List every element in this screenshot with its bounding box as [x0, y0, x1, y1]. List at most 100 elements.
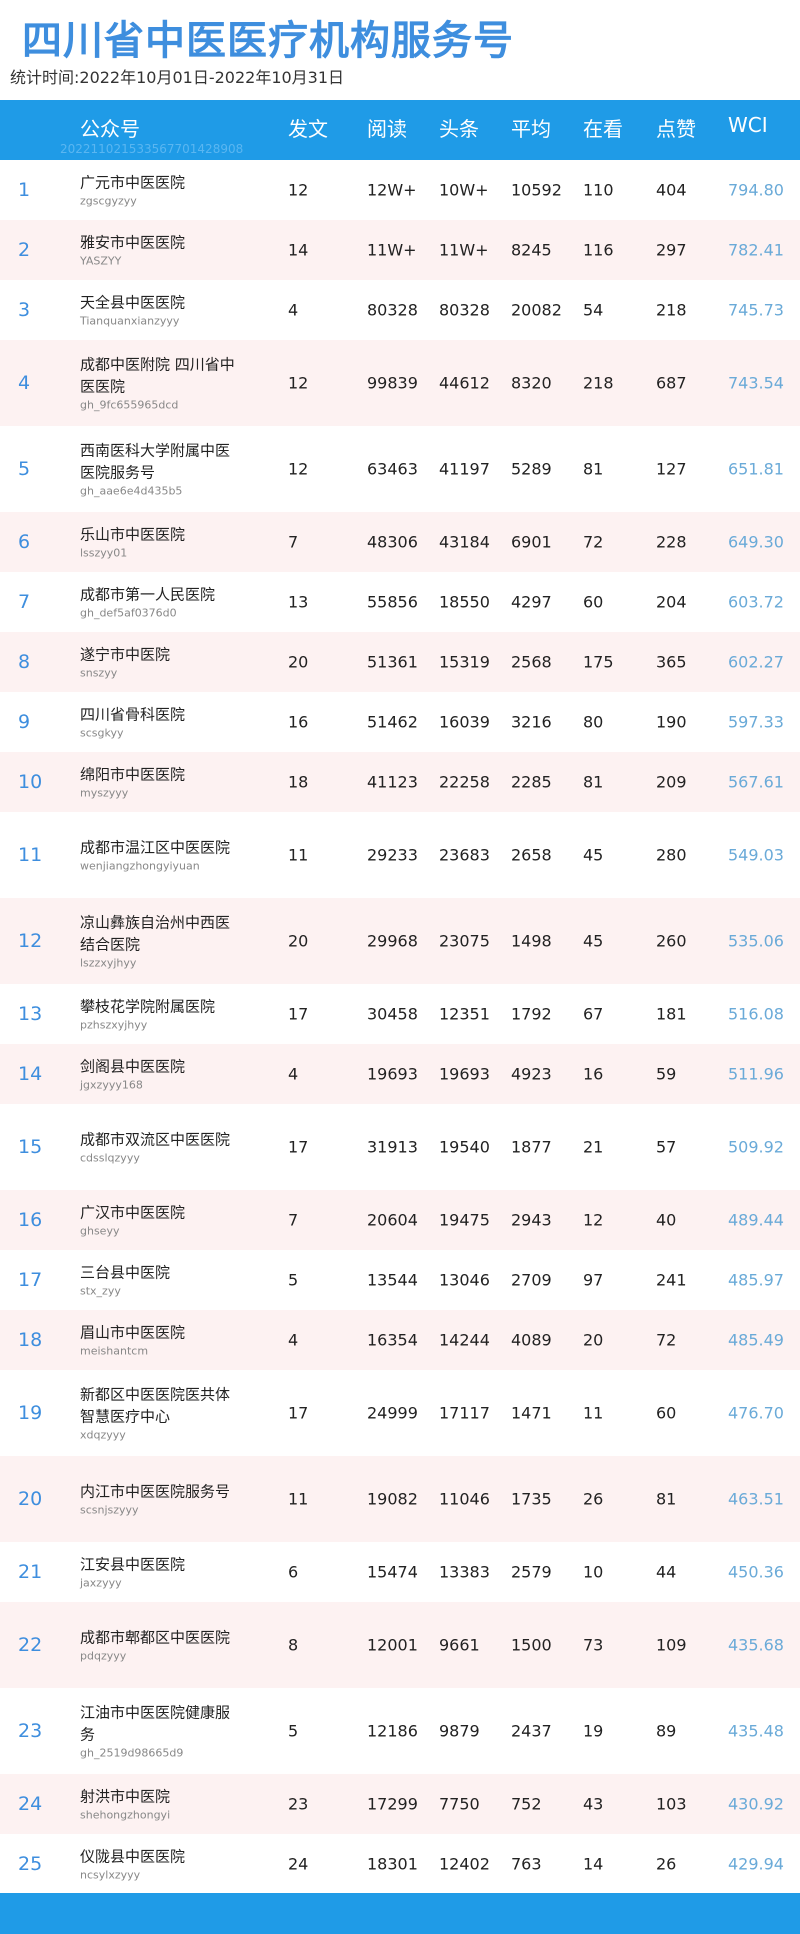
wci-score: 511.96 — [728, 1064, 784, 1084]
table-row: 5 西南医科大学附属中医医院服务号 gh_aae6e4d435b5 12 63463 41… — [0, 426, 800, 512]
account-name: 四川省骨科医院 — [80, 705, 186, 724]
likes-count: 280 — [656, 845, 687, 865]
report-code: 20221102153356770142890​8 — [60, 142, 244, 156]
account-name: 江油市中医医院健康服务 — [80, 1703, 231, 1744]
looks-count: 10 — [583, 1562, 604, 1582]
reads-count: 19693 — [367, 1064, 418, 1084]
account-name: 乐山市中医医院 — [80, 525, 186, 544]
average-reads: 4297 — [511, 592, 552, 612]
account-cell: 成都市郫都区中医医院 pdqzyyy — [80, 1627, 240, 1664]
reads-count: 99839 — [367, 373, 418, 393]
account-name: 成都市郫都区中医医院 — [80, 1628, 231, 1647]
reads-count: 41123 — [367, 772, 418, 792]
average-reads: 2658 — [511, 845, 552, 865]
account-cell: 眉山市中医医院 meishantcm — [80, 1322, 240, 1359]
average-reads: 5289 — [511, 459, 552, 479]
account-name: 眉山市中医医院 — [80, 1323, 186, 1342]
headline-reads: 23075 — [439, 931, 490, 951]
looks-count: 116 — [583, 240, 614, 260]
table-row: 15 成都市双流区中医医院 cdsslqzyyy 17 31913 19540 1877 21… — [0, 1104, 800, 1190]
average-reads: 1735 — [511, 1489, 552, 1509]
account-id: cdsslqzyyy — [80, 1151, 140, 1165]
account-cell: 剑阁县中医医院 jgxzyyy168 — [80, 1056, 240, 1093]
account-id: ncsylxzyyy — [80, 1868, 141, 1882]
looks-count: 175 — [583, 652, 614, 672]
posts-count: 4 — [288, 1330, 299, 1350]
table-row: 3 天全县中医医院 Tianquanxianzyyy 4 80328 80328 20082… — [0, 280, 800, 340]
account-id: xdqzyyy — [80, 1428, 126, 1442]
headline-reads: 13383 — [439, 1562, 490, 1582]
rank-number: 15 — [18, 1136, 43, 1158]
table-row: 17 三台县中医院 stx_zyy 5 13544 13046 2709 97 241 485.9… — [0, 1250, 800, 1310]
wci-score: 743.54 — [728, 373, 784, 393]
posts-count: 14 — [288, 240, 309, 260]
looks-count: 81 — [583, 772, 604, 792]
wci-score: 602.27 — [728, 652, 784, 672]
posts-count: 4 — [288, 1064, 299, 1084]
table-row: 1 广元市中医医院 zgscgyzyy 12 12W+ 10W+ 10592 110 404 79… — [0, 160, 800, 220]
average-reads: 763 — [511, 1854, 542, 1874]
likes-count: 204 — [656, 592, 687, 612]
table-row: 25 仪陇县中医医院 ncsylxzyyy 24 18301 12402 763 14 26 42… — [0, 1834, 800, 1894]
looks-count: 110 — [583, 180, 614, 200]
likes-count: 260 — [656, 931, 687, 951]
account-cell: 广汉市中医医院 ghseyy — [80, 1202, 240, 1239]
rank-number: 11 — [18, 844, 43, 866]
likes-count: 190 — [656, 712, 687, 732]
posts-count: 17 — [288, 1004, 309, 1024]
wci-score: 745.73 — [728, 300, 784, 320]
wci-score: 429.94 — [728, 1854, 784, 1874]
table-row: 2 雅安市中医医院 YASZYY 14 11W+ 11W+ 8245 116 297 782.41 — [0, 220, 800, 280]
wci-score: 649.30 — [728, 532, 784, 552]
headline-reads: 14244 — [439, 1330, 490, 1350]
likes-count: 687 — [656, 373, 687, 393]
likes-count: 81 — [656, 1489, 677, 1509]
looks-count: 97 — [583, 1270, 604, 1290]
likes-count: 103 — [656, 1794, 687, 1814]
account-cell: 凉山彝族自治州中西医结合医院 lszzxyjhyy — [80, 912, 240, 971]
account-id: Tianquanxianzyyy — [80, 314, 180, 328]
account-id: shehongzhongyi — [80, 1808, 171, 1822]
average-reads: 1471 — [511, 1403, 552, 1423]
wci-score: 463.51 — [728, 1489, 784, 1509]
headline-reads: 11W+ — [439, 240, 489, 260]
reads-count: 19082 — [367, 1489, 418, 1509]
account-id: lsszyy01 — [80, 546, 128, 560]
average-reads: 8245 — [511, 240, 552, 260]
account-name: 内江市中医医院服务号 — [80, 1482, 231, 1501]
reads-count: 15474 — [367, 1562, 418, 1582]
looks-count: 26 — [583, 1489, 604, 1509]
likes-count: 72 — [656, 1330, 677, 1350]
rank-number: 1 — [18, 179, 31, 201]
account-id: scsnjszyyy — [80, 1503, 139, 1517]
reads-count: 63463 — [367, 459, 418, 479]
account-id: gh_9fc655965dcd — [80, 398, 179, 412]
likes-count: 127 — [656, 459, 687, 479]
average-reads: 1500 — [511, 1635, 552, 1655]
account-cell: 江油市中医医院健康服务 gh_2519d98665d9 — [80, 1702, 240, 1761]
posts-count: 17 — [288, 1137, 309, 1157]
account-name: 凉山彝族自治州中西医结合医院 — [80, 913, 231, 954]
account-name: 三台县中医院 — [80, 1263, 171, 1282]
wci-score: 651.81 — [728, 459, 784, 479]
wci-score: 435.48 — [728, 1721, 784, 1741]
rank-number: 3 — [18, 299, 31, 321]
account-cell: 成都市第一人民医院 gh_def5af0376d0 — [80, 584, 240, 621]
reads-count: 20604 — [367, 1210, 418, 1230]
account-name: 绵阳市中医医院 — [80, 765, 186, 784]
headline-reads: 15319 — [439, 652, 490, 672]
account-id: YASZYY — [80, 254, 122, 268]
account-id: gh_def5af0376d0 — [80, 606, 177, 620]
likes-count: 209 — [656, 772, 687, 792]
wci-score: 435.68 — [728, 1635, 784, 1655]
col-header-headline: 头条 — [439, 117, 479, 141]
account-cell: 遂宁市中医院 snszyy — [80, 644, 240, 681]
looks-count: 67 — [583, 1004, 604, 1024]
ranking-table: 1 广元市中医医院 zgscgyzyy 12 12W+ 10W+ 10592 110 404 79… — [0, 160, 800, 1894]
headline-reads: 22258 — [439, 772, 490, 792]
wci-score: 509.92 — [728, 1137, 784, 1157]
account-name: 天全县中医医院 — [80, 293, 186, 312]
posts-count: 16 — [288, 712, 309, 732]
table-row: 24 射洪市中医院 shehongzhongyi 23 17299 7750 752 43 10… — [0, 1774, 800, 1834]
table-row: 20 内江市中医医院服务号 scsnjszyyy 11 19082 11046 1735 26… — [0, 1456, 800, 1542]
